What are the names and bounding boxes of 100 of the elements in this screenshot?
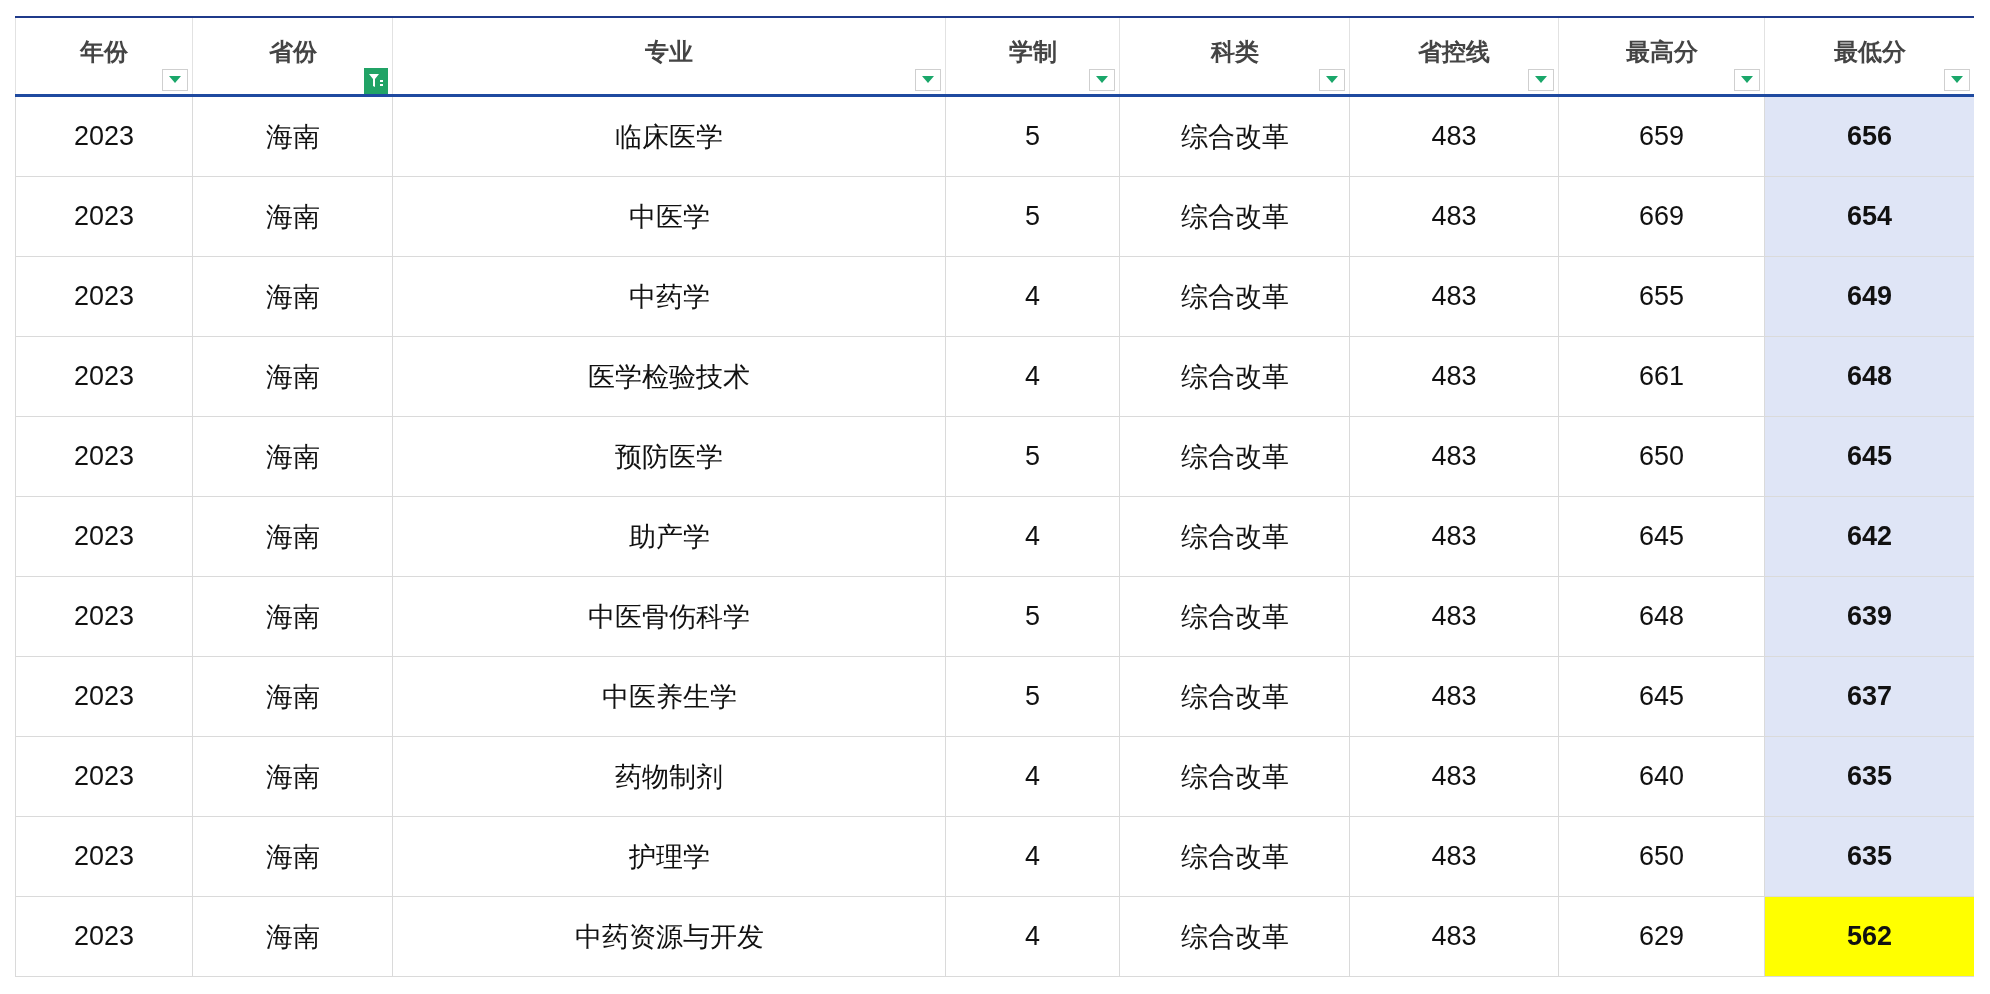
filter-dropdown-button[interactable] [1944,69,1970,91]
column-header: 年份 [80,37,128,67]
table-cell: 4 [945,257,1119,336]
caret-icon [1741,76,1753,84]
table-cell: 综合改革 [1119,337,1349,416]
filter-dropdown-button[interactable] [915,69,941,91]
column-header: 省份 [268,37,317,67]
table-cell: 483 [1349,417,1558,496]
table-cell: 2023 [15,657,192,736]
table-cell: 综合改革 [1119,897,1349,976]
table-cell: 4 [945,337,1119,416]
column-header: 专业 [645,37,693,67]
table-cell: 483 [1349,497,1558,576]
table-cell: 中医骨伤科学 [392,577,945,656]
table-cell: 2023 [15,97,192,176]
table-cell: 助产学 [392,497,945,576]
table-cell: 海南 [192,97,392,176]
table-cell: 637 [1764,657,1974,736]
table-cell: 2023 [15,737,192,816]
table-cell: 656 [1764,97,1974,176]
table-cell: 483 [1349,257,1558,336]
caret-icon [922,76,934,84]
table-cell: 2023 [15,897,192,976]
table-cell: 5 [945,417,1119,496]
table-cell: 综合改革 [1119,737,1349,816]
table-cell: 483 [1349,897,1558,976]
table-cell: 综合改革 [1119,257,1349,336]
filter-dropdown-button[interactable] [1734,69,1760,91]
table-cell: 2023 [15,337,192,416]
table-cell: 中药学 [392,257,945,336]
table-cell: 483 [1349,577,1558,656]
table-cell: 2023 [15,177,192,256]
table-cell: 483 [1349,97,1558,176]
filter-active-button[interactable] [364,68,388,94]
filter-dropdown-button[interactable] [1319,69,1345,91]
filter-dropdown-button[interactable] [1528,69,1554,91]
table-cell: 2023 [15,577,192,656]
caret-icon [1535,76,1547,84]
table-cell: 635 [1764,817,1974,896]
table-cell: 2023 [15,497,192,576]
table-cell: 642 [1764,497,1974,576]
table-cell: 5 [945,577,1119,656]
column-header: 省控线 [1418,37,1490,67]
table-cell: 海南 [192,737,392,816]
caret-icon [1951,76,1963,84]
table-cell: 2023 [15,817,192,896]
table-cell: 5 [945,97,1119,176]
table-cell: 综合改革 [1119,97,1349,176]
table-cell: 649 [1764,257,1974,336]
column-header: 最高分 [1625,37,1698,67]
table-cell: 5 [945,177,1119,256]
column-header: 学制 [1008,37,1057,67]
column-header: 最低分 [1833,37,1906,67]
table-cell: 综合改革 [1119,577,1349,656]
table-cell: 海南 [192,337,392,416]
table-cell: 海南 [192,177,392,256]
table-cell: 639 [1764,577,1974,656]
table-cell: 药物制剂 [392,737,945,816]
table-cell: 海南 [192,577,392,656]
table-cell: 483 [1349,737,1558,816]
table-cell: 综合改革 [1119,177,1349,256]
table-cell: 483 [1349,817,1558,896]
table-cell: 5 [945,657,1119,736]
table-cell: 海南 [192,257,392,336]
table-cell: 483 [1349,337,1558,416]
table-cell: 654 [1764,177,1974,256]
table-cell: 4 [945,897,1119,976]
table-cell: 483 [1349,657,1558,736]
table-cell: 562 [1764,897,1974,976]
filter-dropdown-button[interactable] [162,69,188,91]
table-cell: 648 [1764,337,1974,416]
table-cell: 综合改革 [1119,497,1349,576]
table-cell: 海南 [192,897,392,976]
table-cell: 海南 [192,657,392,736]
table-cell: 预防医学 [392,417,945,496]
table-cell: 海南 [192,497,392,576]
table-cell: 综合改革 [1119,657,1349,736]
table-cell: 中药资源与开发 [392,897,945,976]
table-cell: 2023 [15,257,192,336]
table-cell: 中医学 [392,177,945,256]
table-cell: 海南 [192,817,392,896]
table-cell: 635 [1764,737,1974,816]
table-cell: 483 [1349,177,1558,256]
caret-icon [1326,76,1338,84]
column-header: 科类 [1210,37,1259,67]
table-cell: 645 [1764,417,1974,496]
table-cell: 综合改革 [1119,817,1349,896]
table-cell: 临床医学 [392,97,945,176]
filter-icon [368,72,384,90]
table-cell: 中医养生学 [392,657,945,736]
table-cell: 2023 [15,417,192,496]
table-cell: 护理学 [392,817,945,896]
caret-icon [1096,76,1108,84]
table-cell: 海南 [192,417,392,496]
table-cell: 综合改革 [1119,417,1349,496]
filter-dropdown-button[interactable] [1089,69,1115,91]
table-cell: 4 [945,737,1119,816]
table-cell: 医学检验技术 [392,337,945,416]
table-cell: 4 [945,497,1119,576]
caret-icon [169,76,181,84]
